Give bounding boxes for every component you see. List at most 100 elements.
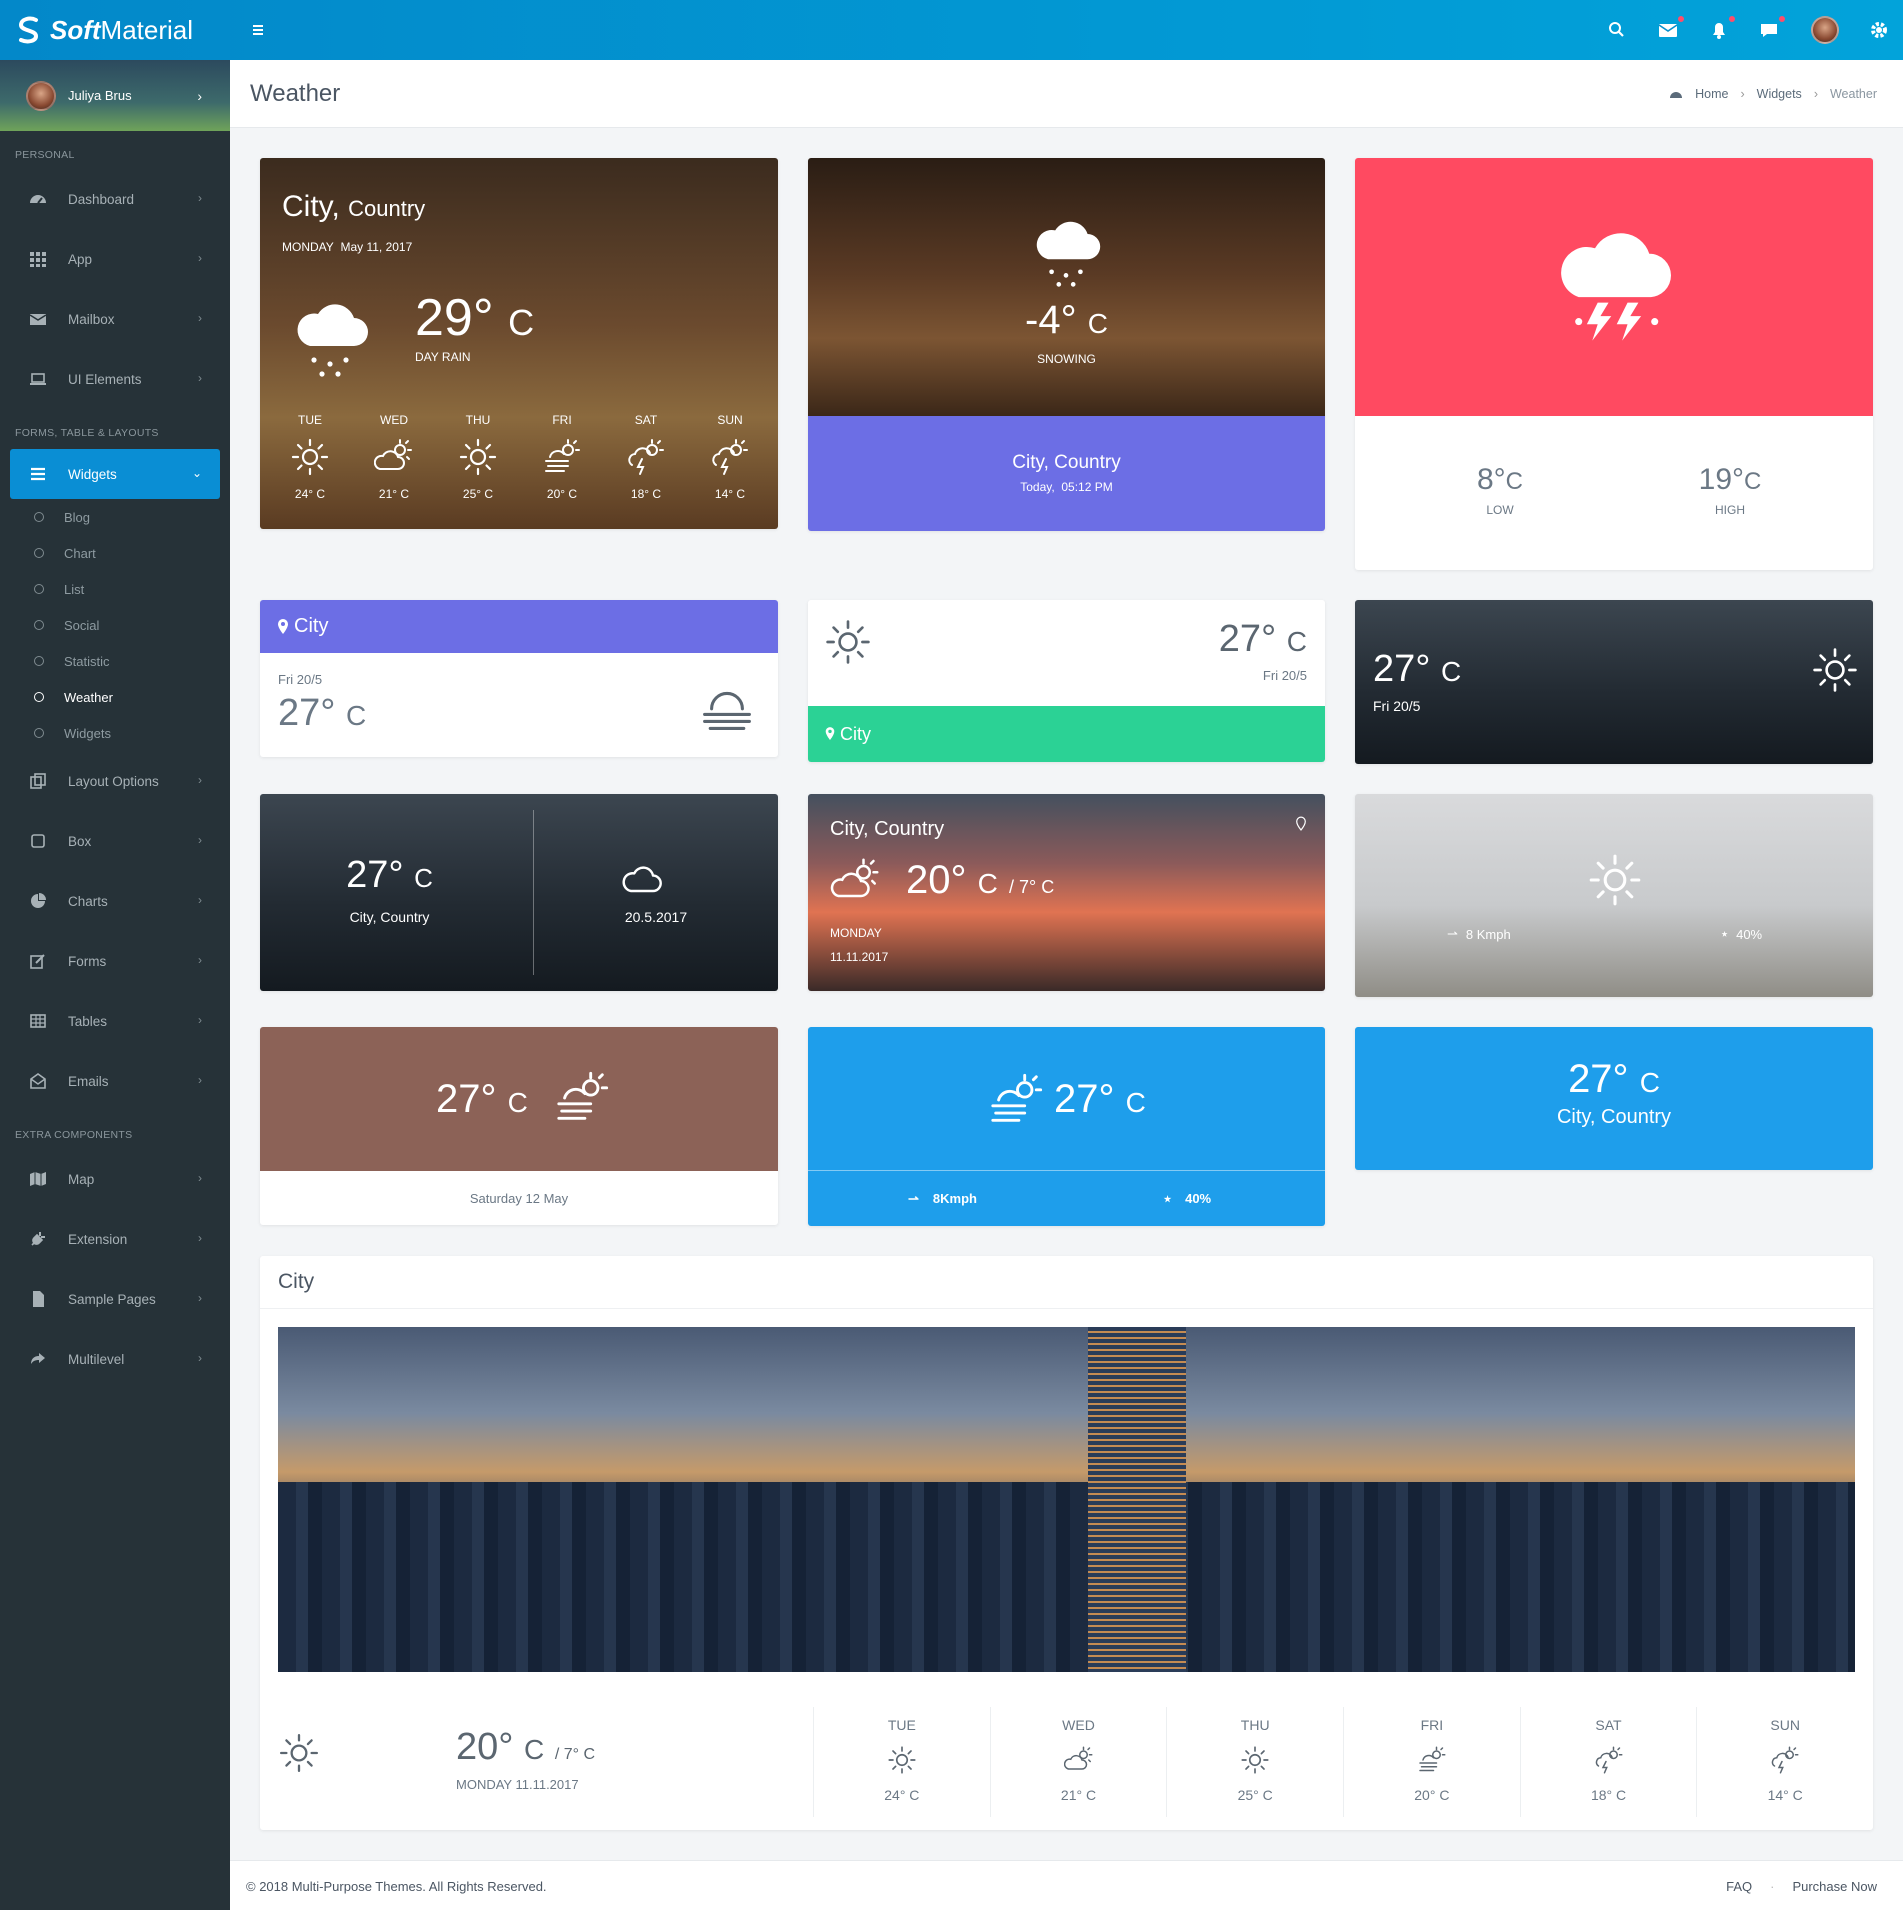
mail-notification-dot — [1678, 16, 1684, 22]
map-icon — [30, 1172, 46, 1186]
w8-location: City, Country — [830, 818, 945, 840]
chevron-right-icon: › — [198, 773, 202, 787]
breadcrumb-separator: › — [1740, 87, 1745, 101]
footer-purchase-link[interactable]: Purchase Now — [1792, 1879, 1877, 1894]
forecast-day: FRI 20° C — [1343, 1707, 1520, 1817]
windy-sun-icon — [557, 1071, 609, 1120]
droplet-icon: ٭ — [1721, 926, 1729, 941]
chevron-right-icon: › — [198, 251, 202, 265]
panel-title: City — [260, 1256, 1873, 1309]
breadcrumb-home[interactable]: Home — [1695, 87, 1728, 101]
settings-gear-icon[interactable] — [1865, 16, 1893, 44]
w2-location: City, Country — [1012, 452, 1121, 473]
day-name: SUN — [1770, 1717, 1800, 1733]
sidebar-item-box[interactable]: Box › — [0, 811, 230, 871]
user-panel[interactable]: Juliya Brus › — [0, 60, 230, 131]
w8-temp: 20° — [906, 858, 967, 902]
brand-logo[interactable]: SoftMaterial — [0, 0, 230, 60]
w8-low: / 7° C — [1008, 877, 1055, 897]
envelope-icon — [29, 314, 47, 325]
weather-split-card: 27° C City, Country 20.5.2017 — [260, 794, 778, 991]
w6-unit: C — [1441, 656, 1462, 687]
day-name: THU — [1240, 1717, 1270, 1733]
dashboard-icon — [1670, 92, 1683, 98]
section-extra: EXTRA COMPONENTS — [15, 1129, 133, 1141]
sidebar-subitem-list[interactable]: List — [0, 571, 230, 607]
day-temp: 25° C — [1237, 1787, 1273, 1803]
w12-temp: 27° — [1568, 1057, 1629, 1101]
big-forecast-row: TUE 24° C WED 21° C THU 25° C FRI 20° C SAT 1… — [813, 1707, 1873, 1817]
w9-hum-value: 40% — [1736, 926, 1763, 942]
snow-cloud-icon — [1036, 221, 1101, 287]
sidebar-subitem-statistic[interactable]: Statistic — [0, 643, 230, 679]
sidebar-item-emails[interactable]: Emails › — [0, 1051, 230, 1111]
section-personal: PERSONAL — [15, 149, 75, 161]
breadcrumb-separator: › — [1813, 87, 1818, 101]
copy-icon — [30, 773, 46, 789]
plug-icon — [31, 1232, 45, 1246]
storm-icon — [712, 439, 748, 475]
user-avatar[interactable] — [1811, 16, 1839, 44]
subitem-label: Widgets — [64, 725, 111, 741]
sidebar-item-extension[interactable]: Extension › — [0, 1209, 230, 1269]
day-name: WED — [1062, 1717, 1095, 1733]
day-temp: 18° C — [1590, 1787, 1627, 1803]
sidebar-item-map[interactable]: Map › — [0, 1149, 230, 1209]
map-pin-icon — [825, 727, 835, 740]
sidebar-item-layout-options[interactable]: Layout Options › — [0, 751, 230, 811]
sidebar-item-forms[interactable]: Forms › — [0, 931, 230, 991]
weather-snow-card: -4° C SNOWING City, Country Today, 05:12… — [808, 158, 1325, 531]
breadcrumb: Home › Widgets › Weather — [1669, 87, 1877, 101]
weather-sun-card: 27° C Fri 20/5 City — [808, 600, 1325, 762]
sidebar-item-charts[interactable]: Charts › — [0, 871, 230, 931]
search-icon[interactable] — [1603, 16, 1631, 44]
sidebar-subitem-blog[interactable]: Blog — [0, 499, 230, 535]
breadcrumb-widgets[interactable]: Widgets — [1757, 87, 1802, 101]
storm-icon — [628, 439, 664, 475]
weather-blue-card: 27° C ⇀ 8Kmph ٭ 40% — [808, 1027, 1325, 1226]
sidebar-item-ui-elements[interactable]: UI Elements › — [0, 349, 230, 409]
sidebar-item-app[interactable]: App › — [0, 229, 230, 289]
chevron-right-icon: › — [197, 88, 202, 104]
w2-time: 05:12 PM — [1061, 480, 1113, 494]
chevron-right-icon: › — [198, 1013, 202, 1027]
w1-date: May 11, 2017 — [340, 240, 413, 254]
forecast-day: WED 21° C — [989, 1707, 1167, 1817]
sidebar-item-label: UI Elements — [68, 371, 142, 387]
circle-icon — [34, 692, 44, 702]
day-temp: 21° C — [378, 487, 410, 501]
rain-cloud-icon — [297, 304, 368, 377]
brand-bold: Soft — [50, 14, 101, 45]
storm-icon — [1771, 1746, 1799, 1774]
divider — [808, 1170, 1325, 1171]
big-unit: C — [524, 1734, 545, 1765]
sidebar-item-multilevel[interactable]: Multilevel › — [0, 1329, 230, 1389]
w9-wind-value: 8 Kmph — [1465, 926, 1511, 942]
day-name: SUN — [717, 413, 743, 427]
sidebar-item-widgets[interactable]: Widgets ⌄ — [10, 449, 220, 499]
sidebar-subitem-weather[interactable]: Weather — [0, 679, 230, 715]
w9-wind: ⇀ 8 Kmph — [1447, 926, 1511, 942]
sidebar-subitem-social[interactable]: Social — [0, 607, 230, 643]
forecast-day: THU 25° C — [448, 413, 508, 501]
snow-image-area: -4° C SNOWING — [808, 158, 1325, 416]
edit-icon — [30, 954, 45, 969]
menu-toggle-icon[interactable] — [246, 18, 270, 42]
sidebar-item-mailbox[interactable]: Mailbox › — [0, 289, 230, 349]
sidebar-item-sample-pages[interactable]: Sample Pages › — [0, 1269, 230, 1329]
w1-day: MONDAY — [282, 240, 334, 254]
big-temp: 20° — [456, 1726, 514, 1768]
day-name: SAT — [1595, 1717, 1622, 1733]
weather-sunset-card: City, Country 20° C / 7° C MONDAY 11.11.… — [808, 794, 1325, 991]
breadcrumb-current: Weather — [1829, 87, 1877, 101]
day-name: TUE — [887, 1717, 916, 1733]
sidebar-subitem-chart[interactable]: Chart — [0, 535, 230, 571]
sun-icon — [291, 438, 329, 476]
weather-forecast-card: City, Country MONDAY May 11, 2017 29° C … — [260, 158, 778, 529]
thunderstorm-icon — [1561, 233, 1671, 341]
map-pin-icon — [1296, 816, 1306, 831]
sidebar-item-dashboard[interactable]: Dashboard › — [0, 169, 230, 229]
sidebar-item-tables[interactable]: Tables › — [0, 991, 230, 1051]
sidebar-subitem-widgets[interactable]: Widgets — [0, 715, 230, 751]
footer-faq-link[interactable]: FAQ — [1726, 1879, 1752, 1894]
